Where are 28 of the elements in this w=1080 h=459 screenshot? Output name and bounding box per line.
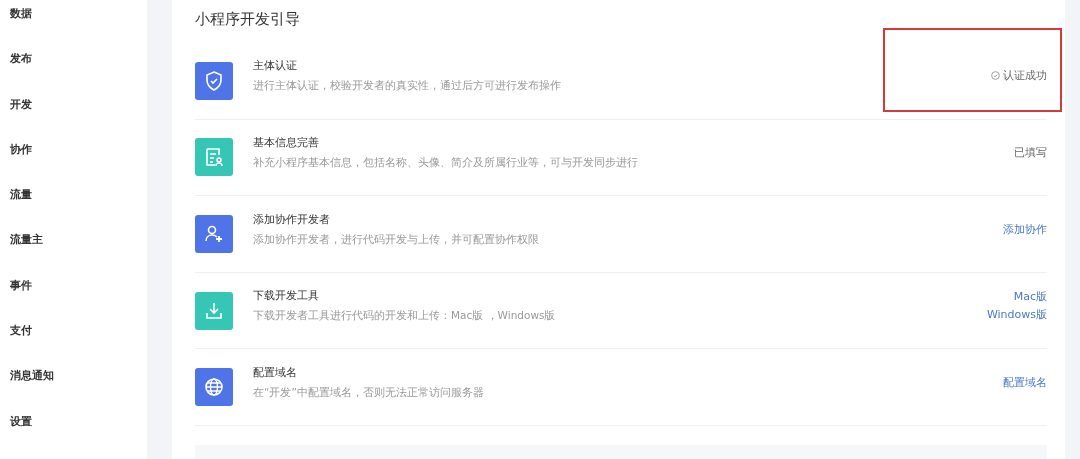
step-title: 基本信息完善 [253,134,320,150]
step-description: 添加协作开发者，进行代码开发与上传，并可配置协作权限 [253,232,540,247]
sidebar-item[interactable]: 协作 [10,142,32,156]
step-description: 在“开发”中配置域名，否则无法正常访问服务器 [253,385,485,400]
section-title: 小程序开发引导 [195,10,301,29]
step-description: 下载开发者工具进行代码的开发和上传：Mac版 ，Windows版 [253,309,557,324]
action-link[interactable]: Mac版 [1013,289,1047,305]
step-description: 补充小程序基本信息，包括名称、头像、简介及所属行业等，可与开发同步进行 [253,155,639,170]
sidebar-item[interactable]: 流量主 [10,233,43,247]
sidebar-item[interactable]: 设置 [10,414,32,428]
sidebar-item[interactable]: 开发 [10,97,32,111]
status-label: 已填写 [1014,144,1047,160]
sidebar-item[interactable]: 发布 [10,52,32,66]
action-link[interactable]: 添加协作 [1003,221,1047,237]
sidebar-item[interactable]: 数据 [10,7,32,20]
step-description: 进行主体认证，校验开发者的真实性，通过后方可进行发布操作 [253,79,562,94]
action-link[interactable]: Windows版 [986,307,1047,323]
step-title: 下载开发工具 [253,288,320,304]
action-link[interactable]: 配置域名 [1003,374,1047,390]
sidebar-item[interactable]: 支付 [10,324,32,338]
sidebar-item[interactable]: 流量 [10,188,32,202]
check-circle-icon [991,71,1000,81]
status-label: 认证成功 [991,68,1047,84]
step-title: 添加协作开发者 [253,211,331,227]
sidebar-item[interactable]: 事件 [10,278,32,292]
step-title: 主体认证 [253,58,298,74]
sidebar-item[interactable]: 消息通知 [10,369,54,383]
step-title: 配置域名 [253,364,298,380]
